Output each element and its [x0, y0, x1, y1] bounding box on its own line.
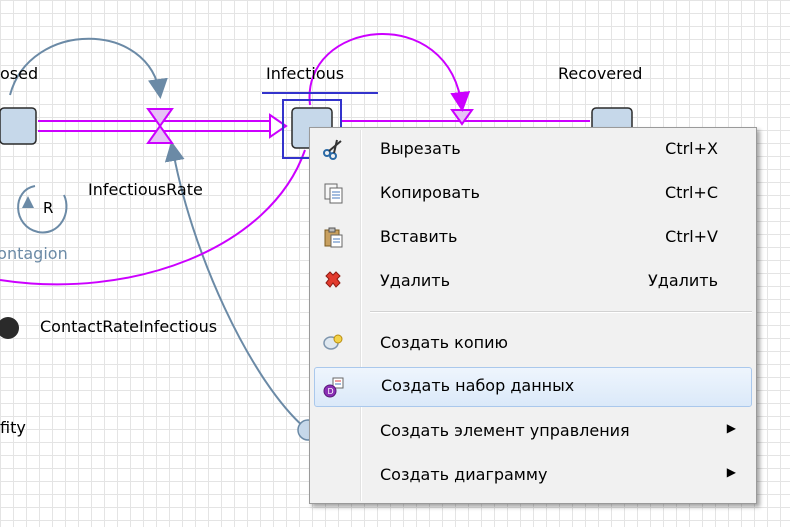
- fity-label: fity: [0, 418, 26, 437]
- recovered-label: Recovered: [558, 64, 643, 83]
- menu-separator: [370, 311, 752, 313]
- menu-item-label: Создать элемент управления: [380, 421, 630, 440]
- menu-item-paste[interactable]: Вставить Ctrl+V: [314, 218, 752, 258]
- menu-item-duplicate[interactable]: Создать копию: [314, 324, 752, 364]
- menu-item-create-control[interactable]: Создать элемент управления ▶: [314, 412, 752, 452]
- infectious-label[interactable]: Infectious: [266, 64, 344, 83]
- exposed-label: osed: [0, 64, 39, 83]
- aux-variable-icon[interactable]: [0, 317, 19, 339]
- paste-icon: [324, 227, 343, 248]
- contact-rate-label: ContactRateInfectious: [40, 317, 218, 336]
- dataset-icon: D: [323, 377, 344, 398]
- menu-item-shortcut: Удалить: [648, 271, 718, 290]
- menu-item-create-dataset[interactable]: D Создать набор данных: [314, 367, 752, 407]
- menu-item-label: Вырезать: [380, 139, 461, 158]
- menu-item-create-chart[interactable]: Создать диаграмму ▶: [314, 456, 752, 496]
- menu-item-shortcut: Ctrl+V: [665, 227, 718, 246]
- menu-item-cut[interactable]: Вырезать Ctrl+X: [314, 130, 752, 170]
- duplicate-icon: [323, 334, 343, 350]
- valve-infectious-rate[interactable]: [146, 108, 174, 144]
- menu-item-label: Создать диаграмму: [380, 465, 548, 484]
- menu-item-label: Копировать: [380, 183, 480, 202]
- scissors-icon: [323, 139, 342, 160]
- stock-exposed[interactable]: [0, 107, 37, 145]
- menu-item-copy[interactable]: Копировать Ctrl+C: [314, 174, 752, 214]
- submenu-arrow-icon: ▶: [726, 421, 736, 435]
- menu-item-label: Вставить: [380, 227, 458, 246]
- svg-text:D: D: [328, 387, 334, 396]
- menu-item-shortcut: Ctrl+C: [664, 183, 718, 202]
- context-menu: Вырезать Ctrl+X Копировать Ctrl+C Встави…: [309, 127, 757, 504]
- delete-icon: [325, 271, 341, 288]
- menu-item-shortcut: Ctrl+X: [665, 139, 718, 158]
- copy-icon: [324, 183, 343, 204]
- menu-item-delete[interactable]: Удалить Удалить: [314, 262, 752, 302]
- menu-item-label: Создать копию: [380, 333, 508, 352]
- submenu-arrow-icon: ▶: [726, 465, 736, 479]
- menu-item-label: Создать набор данных: [381, 376, 575, 395]
- infectious-rate-label: InfectiousRate: [88, 180, 203, 199]
- loop-name-label: Contagion: [0, 244, 68, 263]
- loop-arrow-icon: [22, 196, 34, 208]
- loop-marker-label: R: [43, 199, 54, 217]
- link-infectious-to-rate[interactable]: [0, 149, 306, 286]
- menu-item-label: Удалить: [380, 271, 450, 290]
